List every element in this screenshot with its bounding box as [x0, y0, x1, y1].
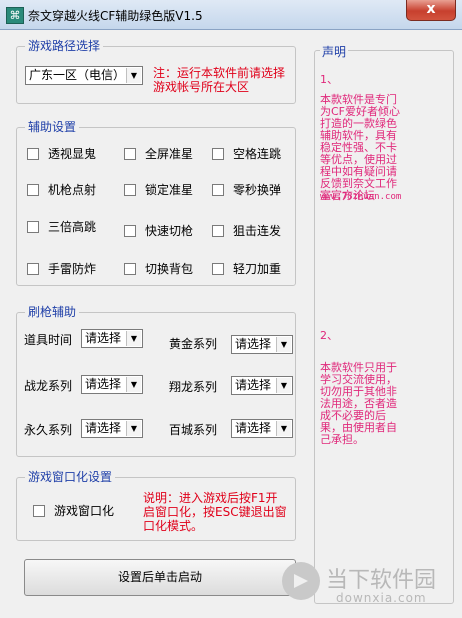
checkbox-label: 游戏窗口化 — [54, 504, 115, 518]
chevron-down-icon: ▼ — [126, 68, 141, 83]
brush-label-0: 道具时间 — [24, 333, 73, 347]
brush-select-value: 请选择 — [85, 421, 122, 435]
statement-title: 声明 — [320, 43, 349, 60]
checkbox-8[interactable]: 狙击连发 — [212, 222, 281, 239]
start-button[interactable]: 设置后单击启动 — [24, 559, 296, 596]
window-mode-checkbox[interactable]: 游戏窗口化 — [33, 502, 114, 519]
checkbox-box[interactable] — [27, 262, 39, 275]
checkbox-5[interactable]: 零秒换弹 — [212, 181, 281, 198]
brush-select-value: 请选择 — [85, 377, 122, 391]
checkbox-box[interactable] — [212, 147, 224, 160]
checkbox-1[interactable]: 全屏准星 — [124, 145, 193, 162]
watermark: 当下软件园 downxia.com — [282, 560, 458, 610]
checkbox-4[interactable]: 锁定准星 — [124, 181, 193, 198]
statement-p2-index: 2、 — [320, 329, 338, 342]
close-button[interactable]: x — [406, 0, 456, 21]
chevron-down-icon: ▼ — [126, 377, 141, 392]
chevron-down-icon: ▼ — [276, 378, 291, 393]
brush-select-5[interactable]: 请选择 ▼ — [231, 419, 293, 438]
brush-label-5: 百城系列 — [169, 423, 218, 437]
checkbox-label: 机枪点射 — [48, 183, 97, 197]
checkbox-label: 三倍高跳 — [48, 220, 97, 234]
checkbox-label: 锁定准星 — [145, 183, 194, 197]
brush-select-value: 请选择 — [85, 331, 122, 345]
app-icon: ⌘ — [6, 7, 24, 24]
assist-group: 辅助设置 透视显鬼 全屏准星 空格连跳 机枪点射 锁定准星 零秒换弹 三倍高跳 … — [16, 120, 296, 286]
checkbox-box[interactable] — [124, 147, 136, 160]
checkbox-box[interactable] — [33, 504, 45, 517]
statement-p1-url: www.78zhuan.com — [320, 192, 402, 202]
path-group: 游戏路径选择 广东一区（电信） ▼ 注：运行本软件前请选择游戏帐号所在大区 — [16, 39, 296, 104]
brush-select-value: 请选择 — [235, 421, 272, 435]
window-note: 说明：进入游戏后按F1开启窗口化，按ESC键退出窗口化模式。 — [143, 491, 287, 533]
window-title: 奈文穿越火线CF辅助绿色版V1.5 — [28, 9, 203, 23]
checkbox-label: 切换背包 — [145, 262, 194, 276]
checkbox-box[interactable] — [124, 224, 136, 237]
brush-select-value: 请选择 — [235, 378, 272, 392]
brush-label-1: 黄金系列 — [169, 337, 218, 351]
assist-group-title: 辅助设置 — [25, 120, 80, 134]
statement-p2-text: 本款软件只用于学习交流使用，切勿用于其他非法用途，否者造成不必要的后果，由使用者… — [320, 361, 397, 446]
checkbox-label: 狙击连发 — [233, 224, 282, 238]
checkbox-label: 全屏准星 — [145, 147, 194, 161]
checkbox-box[interactable] — [212, 262, 224, 275]
checkbox-label: 透视显鬼 — [48, 147, 97, 161]
brush-label-2: 战龙系列 — [24, 379, 73, 393]
chevron-down-icon: ▼ — [126, 331, 141, 346]
brush-label-4: 永久系列 — [24, 423, 73, 437]
checkbox-label: 轻刀加重 — [233, 262, 282, 276]
checkbox-box[interactable] — [212, 224, 224, 237]
statement-panel: 声明 1、 本款软件是专门为CF爱好者倾心打造的一款绿色辅助软件，具有稳定性强、… — [314, 42, 454, 610]
brush-select-0[interactable]: 请选择 ▼ — [81, 329, 143, 348]
window-group-title: 游戏窗口化设置 — [25, 470, 116, 484]
title-bar: ⌘ 奈文穿越火线CF辅助绿色版V1.5 x — [0, 0, 462, 30]
region-select-value: 广东一区（电信） — [29, 68, 126, 82]
checkbox-label: 手雷防炸 — [48, 262, 97, 276]
checkbox-7[interactable]: 快速切枪 — [124, 222, 193, 239]
brush-group: 刷枪辅助 道具时间 请选择 ▼ 黄金系列 请选择 ▼ 战龙系列 请选择 ▼ 翔龙系列 … — [16, 305, 296, 457]
brush-select-3[interactable]: 请选择 ▼ — [231, 376, 293, 395]
checkbox-9[interactable]: 手雷防炸 — [27, 260, 96, 277]
window-group: 游戏窗口化设置 游戏窗口化 说明：进入游戏后按F1开启窗口化，按ESC键退出窗口… — [16, 470, 296, 541]
checkbox-2[interactable]: 空格连跳 — [212, 145, 281, 162]
play-icon — [282, 562, 320, 600]
statement-p1-text: 本款软件是专门为CF爱好者倾心打造的一款绿色辅助软件，具有稳定性强、不卡等优点，… — [320, 93, 401, 202]
checkbox-3[interactable]: 机枪点射 — [27, 181, 96, 198]
brush-group-title: 刷枪辅助 — [25, 305, 80, 319]
watermark-url: downxia.com — [336, 591, 427, 605]
checkbox-box[interactable] — [124, 183, 136, 196]
checkbox-label: 快速切枪 — [145, 224, 194, 238]
watermark-name: 当下软件园 — [326, 568, 437, 593]
brush-select-value: 请选择 — [235, 337, 272, 351]
brush-select-2[interactable]: 请选择 ▼ — [81, 375, 143, 394]
path-group-title: 游戏路径选择 — [25, 39, 104, 53]
brush-select-4[interactable]: 请选择 ▼ — [81, 419, 143, 438]
checkbox-box[interactable] — [27, 147, 39, 160]
path-note: 注：运行本软件前请选择游戏帐号所在大区 — [153, 66, 286, 94]
chevron-down-icon: ▼ — [276, 421, 291, 436]
statement-p1-index: 1、 — [320, 73, 338, 86]
checkbox-6[interactable]: 三倍高跳 — [27, 218, 96, 235]
checkbox-label: 零秒换弹 — [233, 183, 282, 197]
checkbox-box[interactable] — [27, 183, 39, 196]
checkbox-box[interactable] — [124, 262, 136, 275]
checkbox-box[interactable] — [27, 220, 39, 233]
checkbox-11[interactable]: 轻刀加重 — [212, 260, 281, 277]
chevron-down-icon: ▼ — [276, 337, 291, 352]
checkbox-label: 空格连跳 — [233, 147, 282, 161]
brush-label-3: 翔龙系列 — [169, 380, 218, 394]
chevron-down-icon: ▼ — [126, 421, 141, 436]
region-select[interactable]: 广东一区（电信） ▼ — [25, 66, 143, 85]
checkbox-10[interactable]: 切换背包 — [124, 260, 193, 277]
brush-select-1[interactable]: 请选择 ▼ — [231, 335, 293, 354]
checkbox-box[interactable] — [212, 183, 224, 196]
checkbox-0[interactable]: 透视显鬼 — [27, 145, 96, 162]
